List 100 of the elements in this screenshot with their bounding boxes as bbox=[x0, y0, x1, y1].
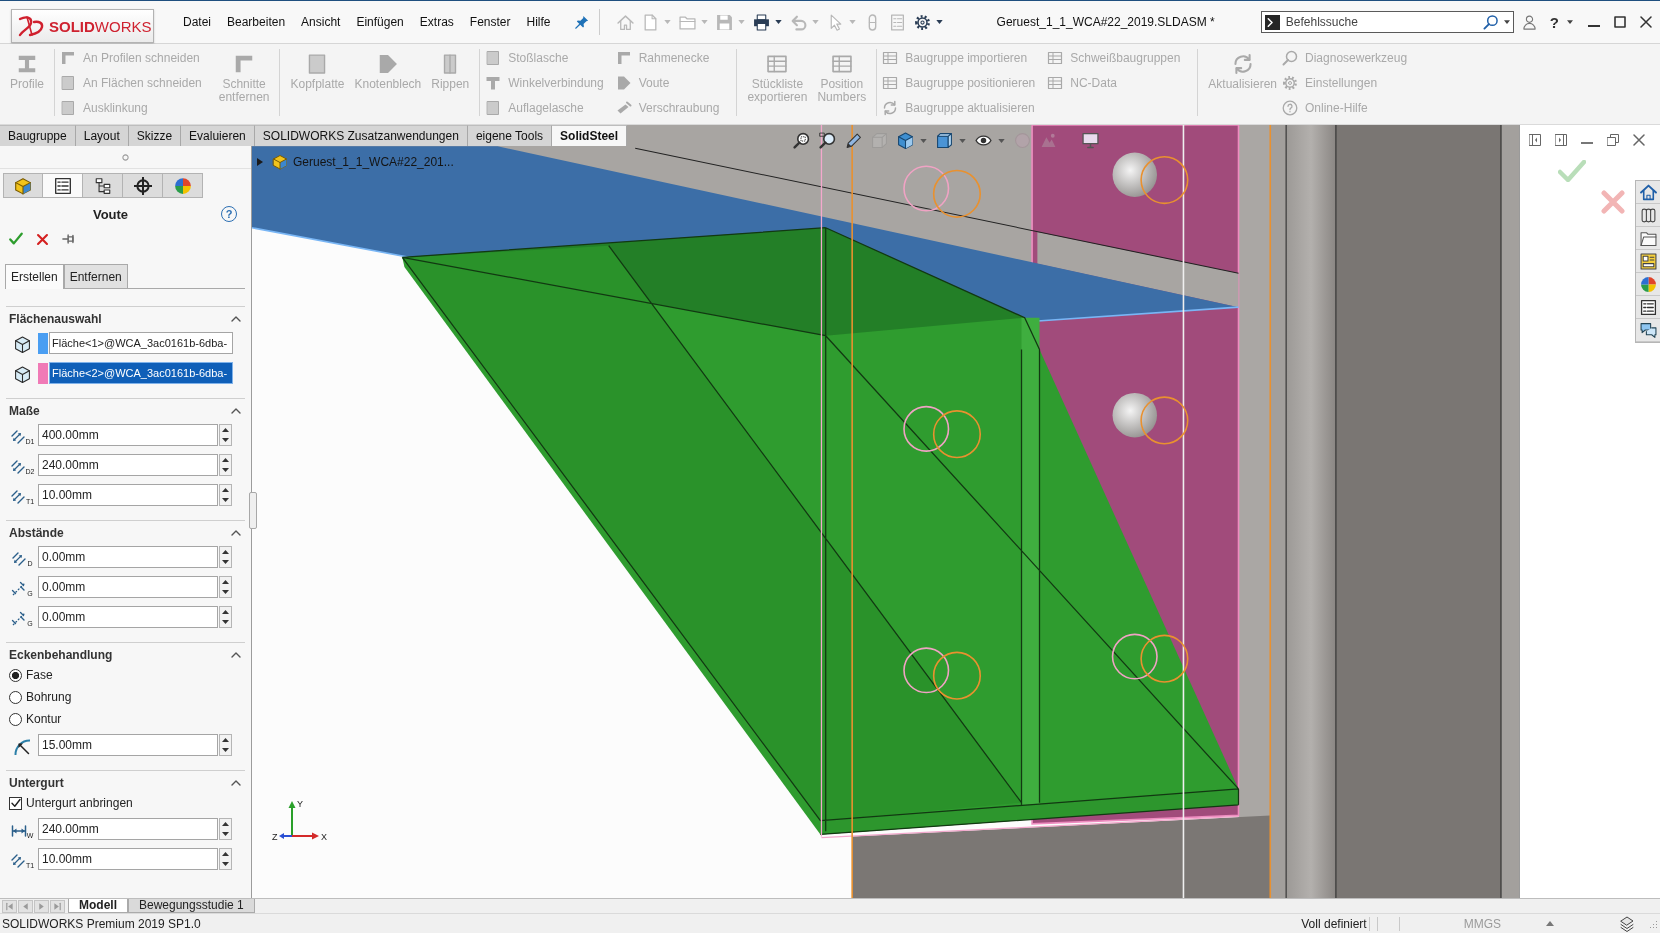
layers-icon[interactable] bbox=[1619, 915, 1635, 932]
zoom-area-icon[interactable] bbox=[819, 132, 836, 149]
number-field[interactable]: 0.00mm bbox=[38, 546, 218, 568]
number-field[interactable]: 10.00mm bbox=[38, 848, 218, 870]
spin-down-icon[interactable] bbox=[222, 498, 229, 502]
ribbon-tab[interactable]: Baugruppe bbox=[0, 125, 76, 146]
spinner[interactable] bbox=[219, 848, 232, 870]
menu-item[interactable]: Einfügen bbox=[348, 11, 412, 33]
spin-up-icon[interactable] bbox=[222, 428, 229, 432]
spin-down-icon[interactable] bbox=[222, 468, 229, 472]
maximize-icon[interactable] bbox=[1614, 16, 1626, 28]
model-tab[interactable]: Bewegungsstudie 1 bbox=[128, 899, 255, 913]
close-icon[interactable] bbox=[1640, 16, 1652, 28]
logo-box[interactable]: SOLIDWORKS bbox=[11, 9, 154, 43]
spin-down-icon[interactable] bbox=[222, 560, 229, 564]
number-field[interactable]: 10.00mm bbox=[38, 484, 218, 506]
spin-down-icon[interactable] bbox=[222, 620, 229, 624]
selection-field[interactable]: Fläche<1>@WCA_3ac0161b-6dba- bbox=[49, 332, 233, 354]
search-box[interactable]: Befehlssuche bbox=[1260, 11, 1514, 33]
ribbon-tab[interactable]: eigene Tools bbox=[467, 125, 553, 146]
spinner[interactable] bbox=[219, 424, 232, 446]
gear-icon[interactable] bbox=[913, 13, 931, 31]
spin-up-icon[interactable] bbox=[222, 580, 229, 584]
spinner[interactable] bbox=[219, 818, 232, 840]
menu-item[interactable]: Extras bbox=[411, 11, 462, 33]
menu-item[interactable]: Fenster bbox=[461, 11, 519, 33]
panel-tab[interactable]: Entfernen bbox=[63, 264, 128, 288]
number-field[interactable]: 240.00mm bbox=[38, 818, 218, 840]
number-field[interactable]: 0.00mm bbox=[38, 606, 218, 628]
collapse-icon[interactable] bbox=[231, 780, 241, 786]
collapse-icon[interactable] bbox=[231, 652, 241, 658]
splitter-handle[interactable] bbox=[249, 492, 257, 529]
spinner[interactable] bbox=[219, 546, 232, 568]
spin-up-icon[interactable] bbox=[222, 822, 229, 826]
cube-icon[interactable] bbox=[897, 132, 914, 149]
spin-down-icon[interactable] bbox=[222, 590, 229, 594]
check-icon[interactable] bbox=[9, 232, 23, 246]
help-button[interactable]: ? bbox=[1549, 13, 1559, 31]
search-icon[interactable] bbox=[1482, 14, 1498, 30]
collapse-icon[interactable] bbox=[231, 408, 241, 414]
spin-up-icon[interactable] bbox=[222, 458, 229, 462]
ribbon-tab[interactable]: Layout bbox=[75, 125, 129, 146]
spin-down-icon[interactable] bbox=[222, 748, 229, 752]
ribbon-tab[interactable]: Skizze bbox=[128, 125, 182, 146]
number-field[interactable]: 240.00mm bbox=[38, 454, 218, 476]
user-icon[interactable] bbox=[1521, 14, 1537, 30]
checkbox[interactable] bbox=[9, 796, 22, 810]
spin-up-icon[interactable] bbox=[222, 550, 229, 554]
spin-up-icon[interactable] bbox=[222, 852, 229, 856]
close-icon[interactable] bbox=[1633, 134, 1645, 146]
caret-icon[interactable] bbox=[1503, 20, 1510, 24]
collapse-icon[interactable] bbox=[231, 316, 241, 322]
caret-icon[interactable] bbox=[774, 20, 782, 24]
eye-icon[interactable] bbox=[975, 132, 992, 149]
menu-item[interactable]: Bearbeiten bbox=[219, 11, 294, 33]
cancel-icon[interactable] bbox=[36, 232, 49, 246]
spin-up-icon[interactable] bbox=[222, 610, 229, 614]
menu-item[interactable]: Datei bbox=[175, 11, 219, 33]
number-field[interactable]: 400.00mm bbox=[38, 424, 218, 446]
spin-down-icon[interactable] bbox=[222, 832, 229, 836]
task-pane-tab[interactable] bbox=[1636, 250, 1660, 273]
pin-icon[interactable] bbox=[62, 232, 76, 246]
dock-left-icon[interactable] bbox=[1529, 134, 1541, 146]
spinner[interactable] bbox=[219, 576, 232, 598]
search-input[interactable]: Befehlssuche bbox=[1285, 13, 1477, 31]
model-tab[interactable]: Modell bbox=[68, 899, 128, 913]
spinner[interactable] bbox=[219, 484, 232, 506]
caret-icon[interactable] bbox=[1567, 20, 1573, 24]
manager-tab[interactable] bbox=[123, 173, 163, 198]
manager-tab[interactable] bbox=[83, 173, 123, 198]
printer-icon[interactable] bbox=[752, 13, 770, 31]
zoom-fit-icon[interactable] bbox=[793, 132, 810, 149]
ribbon-tab[interactable]: SolidSteel bbox=[552, 125, 628, 146]
menu-item[interactable]: Ansicht bbox=[293, 11, 349, 33]
dock-right-icon[interactable] bbox=[1555, 134, 1567, 146]
radio-button[interactable] bbox=[9, 668, 22, 682]
expand-caret-icon[interactable] bbox=[257, 158, 263, 166]
number-field[interactable]: 15.00mm bbox=[38, 734, 218, 756]
spinner[interactable] bbox=[219, 734, 232, 756]
restore-icon[interactable] bbox=[1607, 134, 1619, 146]
spinner[interactable] bbox=[219, 454, 232, 476]
panel-tab[interactable]: Erstellen bbox=[5, 264, 64, 289]
spin-down-icon[interactable] bbox=[222, 862, 229, 866]
ribbon-tab[interactable]: SOLIDWORKS Zusatzanwendungen bbox=[254, 125, 468, 146]
menu-item[interactable]: Hilfe bbox=[518, 11, 559, 33]
box-icon[interactable] bbox=[936, 132, 953, 149]
monitor-icon[interactable] bbox=[1082, 132, 1099, 149]
pencil-icon[interactable] bbox=[845, 132, 862, 149]
ribbon-tab[interactable]: Evaluieren bbox=[181, 125, 255, 146]
radio-button[interactable] bbox=[9, 712, 22, 726]
grip-icon[interactable] bbox=[122, 153, 129, 161]
spinner[interactable] bbox=[219, 606, 232, 628]
collapse-icon[interactable] bbox=[231, 530, 241, 536]
number-field[interactable]: 0.00mm bbox=[38, 576, 218, 598]
spin-down-icon[interactable] bbox=[222, 438, 229, 442]
pin-icon[interactable] bbox=[574, 15, 589, 29]
caret-icon[interactable] bbox=[935, 20, 943, 24]
tree-item[interactable]: Geruest_1_1_WCA#22_201... bbox=[272, 154, 454, 170]
selection-field[interactable]: Fläche<2>@WCA_3ac0161b-6dba- bbox=[49, 362, 233, 384]
spin-up-icon[interactable] bbox=[222, 738, 229, 742]
